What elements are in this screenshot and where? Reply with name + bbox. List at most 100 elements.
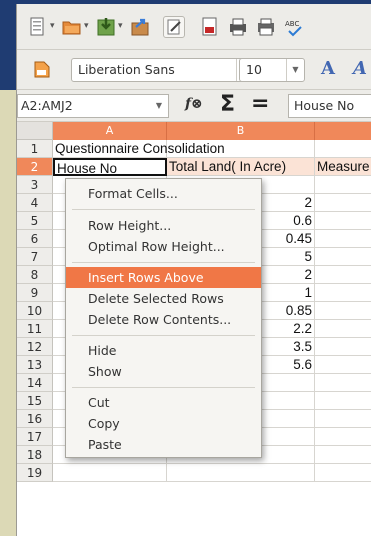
spellcheck-icon[interactable]: ABC xyxy=(283,16,305,38)
cell-c[interactable] xyxy=(315,320,371,338)
row-header[interactable]: 13 xyxy=(17,356,53,374)
row-header[interactable]: 2 xyxy=(17,158,53,176)
cell-c[interactable] xyxy=(315,266,371,284)
cell-a[interactable]: House No xyxy=(53,158,167,176)
menu-item-hide[interactable]: Hide xyxy=(66,340,261,361)
svg-text:ABC: ABC xyxy=(285,20,299,28)
row-header[interactable]: 15 xyxy=(17,392,53,410)
column-header-b[interactable]: B xyxy=(167,122,315,140)
row-header[interactable]: 14 xyxy=(17,374,53,392)
edit-file-icon[interactable] xyxy=(163,16,185,38)
print-preview-icon[interactable] xyxy=(255,16,277,38)
cell-a[interactable]: Questionnaire Consolidation xyxy=(53,140,225,158)
formula-bar: A2:AMJ2 ▼ f⊗ Σ = House No xyxy=(17,90,371,122)
font-name-value: Liberation Sans xyxy=(78,62,175,77)
export-icon[interactable] xyxy=(129,16,151,38)
cell-c[interactable] xyxy=(315,392,371,410)
row-header[interactable]: 18 xyxy=(17,446,53,464)
menu-separator xyxy=(72,262,255,263)
menu-item-delete-selected-rows[interactable]: Delete Selected Rows xyxy=(66,288,261,309)
chevron-down-icon[interactable]: ▼ xyxy=(150,95,168,117)
cell-c[interactable] xyxy=(315,140,371,158)
formatting-toolbar: Liberation Sans ▼ 10 ▼ A A xyxy=(17,50,371,90)
save-icon[interactable] xyxy=(95,16,117,38)
chevron-down-icon[interactable]: ▾ xyxy=(118,21,123,31)
font-size-combo[interactable]: 10 ▼ xyxy=(239,58,305,82)
row-header[interactable]: 7 xyxy=(17,248,53,266)
row-header[interactable]: 4 xyxy=(17,194,53,212)
sheet-title-text: Questionnaire Consolidation xyxy=(55,141,225,156)
cell-c[interactable] xyxy=(315,302,371,320)
menu-item-cut[interactable]: Cut xyxy=(66,392,261,413)
cell-c[interactable] xyxy=(315,194,371,212)
chevron-down-icon[interactable]: ▼ xyxy=(286,59,304,81)
standard-toolbar: ▾ ▾ ▾ ABC xyxy=(17,4,371,50)
row-header[interactable]: 5 xyxy=(17,212,53,230)
font-size-value: 10 xyxy=(246,62,262,77)
cell-c[interactable] xyxy=(315,428,371,446)
column-header-a[interactable]: A xyxy=(53,122,167,140)
chevron-down-icon[interactable]: ▾ xyxy=(50,21,55,31)
cell-c[interactable] xyxy=(315,410,371,428)
row-header[interactable]: 17 xyxy=(17,428,53,446)
cell-c[interactable] xyxy=(315,374,371,392)
menu-item-delete-row-contents[interactable]: Delete Row Contents... xyxy=(66,309,261,330)
cell-c[interactable] xyxy=(315,284,371,302)
cell-a[interactable] xyxy=(53,464,167,482)
spreadsheet-grid[interactable]: A B 1 Questionnaire Consolidation 2 House N… xyxy=(17,122,371,536)
font-color-icon[interactable]: A xyxy=(321,58,335,79)
print-icon[interactable] xyxy=(227,16,249,38)
cell-b[interactable] xyxy=(167,464,315,482)
cell-c[interactable] xyxy=(315,338,371,356)
menu-item-format-cells[interactable]: Format Cells... xyxy=(66,183,261,204)
calc-window: ▾ ▾ ▾ ABC Liberation Sans 10 ▼ A A A2:AM… xyxy=(16,4,371,536)
row-header[interactable]: 6 xyxy=(17,230,53,248)
cell-b[interactable]: Total Land( In Acre) xyxy=(167,158,315,176)
row-header[interactable]: 9 xyxy=(17,284,53,302)
table-row: 2 House No Total Land( In Acre) Measure xyxy=(17,158,371,176)
cell-c[interactable] xyxy=(315,356,371,374)
row-header[interactable]: 8 xyxy=(17,266,53,284)
cell-c[interactable] xyxy=(315,248,371,266)
menu-item-copy[interactable]: Copy xyxy=(66,413,261,434)
sum-icon[interactable]: Σ xyxy=(220,92,235,117)
name-box-value: A2:AMJ2 xyxy=(21,98,73,113)
row-header[interactable]: 16 xyxy=(17,410,53,428)
row-header[interactable]: 1 xyxy=(17,140,53,158)
cell-c[interactable] xyxy=(315,446,371,464)
formula-icon[interactable]: = xyxy=(251,91,269,116)
function-wizard-icon[interactable]: f⊗ xyxy=(185,96,203,112)
row-header[interactable]: 10 xyxy=(17,302,53,320)
cell-c[interactable] xyxy=(315,176,371,194)
font-name-combo[interactable]: Liberation Sans ▼ xyxy=(71,58,255,82)
menu-item-show[interactable]: Show xyxy=(66,361,261,382)
column-header-c[interactable] xyxy=(315,122,371,140)
open-folder-icon[interactable] xyxy=(61,16,83,38)
row-header[interactable]: 19 xyxy=(17,464,53,482)
new-document-icon[interactable] xyxy=(27,16,49,38)
row-header[interactable]: 3 xyxy=(17,176,53,194)
chevron-down-icon[interactable]: ▾ xyxy=(84,21,89,31)
row-context-menu: Format Cells... Row Height... Optimal Ro… xyxy=(65,178,262,458)
cell-c[interactable]: Measure xyxy=(315,158,371,176)
menu-item-insert-rows-above[interactable]: Insert Rows Above xyxy=(66,267,261,288)
menu-separator xyxy=(72,209,255,210)
font-shadow-icon[interactable]: A xyxy=(353,58,367,79)
select-all-corner[interactable] xyxy=(17,122,53,140)
cell-c[interactable] xyxy=(315,230,371,248)
row-header[interactable]: 11 xyxy=(17,320,53,338)
name-box[interactable]: A2:AMJ2 ▼ xyxy=(17,94,169,118)
input-line[interactable]: House No xyxy=(288,94,371,118)
menu-item-paste[interactable]: Paste xyxy=(66,434,261,455)
fill-color-icon[interactable] xyxy=(31,58,53,80)
cell-c[interactable] xyxy=(315,464,371,482)
export-pdf-icon[interactable] xyxy=(199,16,221,38)
menu-separator xyxy=(72,335,255,336)
cell-c[interactable] xyxy=(315,212,371,230)
menu-item-row-height[interactable]: Row Height... xyxy=(66,215,261,236)
table-row: 19 xyxy=(17,464,371,482)
row-header[interactable]: 12 xyxy=(17,338,53,356)
menu-separator xyxy=(72,387,255,388)
table-row: 1 Questionnaire Consolidation xyxy=(17,140,371,158)
menu-item-optimal-row-height[interactable]: Optimal Row Height... xyxy=(66,236,261,257)
